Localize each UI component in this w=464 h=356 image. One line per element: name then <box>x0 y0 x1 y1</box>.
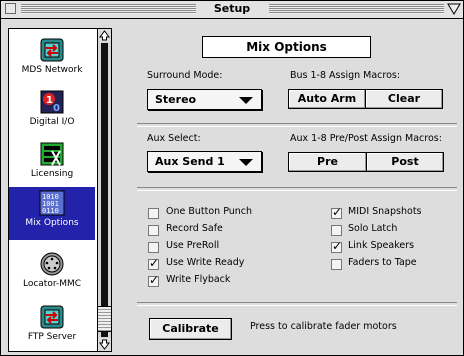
chevron-down-icon <box>239 159 253 166</box>
sidebar-item-label: FTP Server <box>27 332 77 342</box>
use-preroll-label: Use PreRoll <box>166 240 220 251</box>
panel-heading: Mix Options <box>202 36 371 58</box>
check-mark-icon: ✓ <box>332 239 343 253</box>
surround-mode-select[interactable]: Stereo <box>147 89 262 110</box>
aux-select-select[interactable]: Aux Send 1 <box>147 151 262 172</box>
record-safe-label: Record Safe <box>166 223 223 234</box>
network-icon <box>40 38 64 62</box>
use-preroll-checkbox[interactable] <box>148 242 159 253</box>
one-button-punch-checkbox[interactable] <box>148 208 159 219</box>
sidebar-item-ftp-server[interactable]: FTP Server <box>9 303 95 342</box>
write-flyback-checkbox[interactable]: ✓ <box>148 273 160 287</box>
separator <box>137 302 457 306</box>
bus-macros-label: Bus 1-8 Assign Macros: <box>290 70 401 81</box>
record-safe-checkbox[interactable] <box>148 225 159 236</box>
sidebar-item-mds-network[interactable]: MDS Network <box>9 36 95 75</box>
scrollbar-thumb[interactable] <box>98 306 111 332</box>
sidebar-item-label: Licensing <box>30 169 74 179</box>
window-title: Setup <box>1 2 463 15</box>
check-mark-icon: ✓ <box>149 273 160 287</box>
use-write-ready-label: Use Write Ready <box>166 257 245 268</box>
sidebar-item-label: Digital I/O <box>29 117 75 127</box>
midi-snapshots-checkbox[interactable]: ✓ <box>331 205 343 219</box>
check-mark-icon: ✓ <box>149 256 160 270</box>
solo-latch-checkbox[interactable] <box>331 225 342 236</box>
faders-to-tape-checkbox[interactable] <box>331 259 342 270</box>
setup-window: Setup MDS Network 1 0 Digital I/O Licens… <box>0 0 464 356</box>
surround-mode-value: Stereo <box>155 93 197 106</box>
svg-text:1: 1 <box>46 95 53 106</box>
collapse-icon[interactable] <box>447 2 461 16</box>
svg-text:0110: 0110 <box>42 207 59 215</box>
sidebar-item-label: Locator-MMC <box>22 279 82 289</box>
aux-select-value: Aux Send 1 <box>155 155 225 168</box>
mix-options-icon: 1010 1001 0110 <box>39 190 65 216</box>
locator-mmc-icon <box>40 252 64 276</box>
title-bar[interactable]: Setup <box>1 1 463 19</box>
sidebar-scrollbar[interactable] <box>97 29 111 351</box>
ftp-server-icon <box>40 305 64 329</box>
scroll-up-arrow-icon[interactable] <box>98 29 111 42</box>
sidebar: MDS Network 1 0 Digital I/O Licensing 10… <box>8 28 112 352</box>
sidebar-item-digital-io[interactable]: 1 0 Digital I/O <box>9 88 95 127</box>
separator <box>137 123 457 127</box>
sidebar-item-mix-options[interactable]: 1010 1001 0110 Mix Options <box>9 187 95 240</box>
write-flyback-label: Write Flyback <box>166 274 231 285</box>
chevron-down-icon <box>239 97 253 104</box>
solo-latch-label: Solo Latch <box>348 223 398 234</box>
calibrate-hint: Press to calibrate fader motors <box>250 321 397 332</box>
scrollbar-track[interactable] <box>101 43 108 337</box>
licensing-icon <box>40 142 64 166</box>
use-write-ready-checkbox[interactable]: ✓ <box>148 256 160 270</box>
sidebar-item-label: Mix Options <box>25 218 79 228</box>
faders-to-tape-label: Faders to Tape <box>348 257 417 268</box>
clear-button[interactable]: Clear <box>365 89 443 109</box>
separator <box>137 187 457 191</box>
mix-options-panel: Mix Options Surround Mode: Stereo Bus 1-… <box>125 22 457 352</box>
surround-mode-label: Surround Mode: <box>147 70 223 81</box>
link-speakers-label: Link Speakers <box>348 240 415 251</box>
check-mark-icon: ✓ <box>332 205 343 219</box>
sidebar-item-licensing[interactable]: Licensing <box>9 140 95 179</box>
one-button-punch-label: One Button Punch <box>166 206 253 217</box>
midi-snapshots-label: MIDI Snapshots <box>348 206 422 217</box>
link-speakers-checkbox[interactable]: ✓ <box>331 239 343 253</box>
sidebar-item-label: MDS Network <box>21 65 83 75</box>
svg-text:0: 0 <box>53 103 60 114</box>
sidebar-item-locator-mmc[interactable]: Locator-MMC <box>9 250 95 289</box>
aux-select-label: Aux Select: <box>147 133 201 144</box>
post-button[interactable]: Post <box>366 152 444 172</box>
calibrate-button[interactable]: Calibrate <box>149 318 232 340</box>
pre-button[interactable]: Pre <box>288 152 367 172</box>
auto-arm-button[interactable]: Auto Arm <box>288 89 366 109</box>
digital-io-icon: 1 0 <box>40 90 64 114</box>
aux-macros-label: Aux 1-8 Pre/Post Assign Macros: <box>290 133 442 144</box>
scroll-down-arrow-icon[interactable] <box>98 338 111 351</box>
